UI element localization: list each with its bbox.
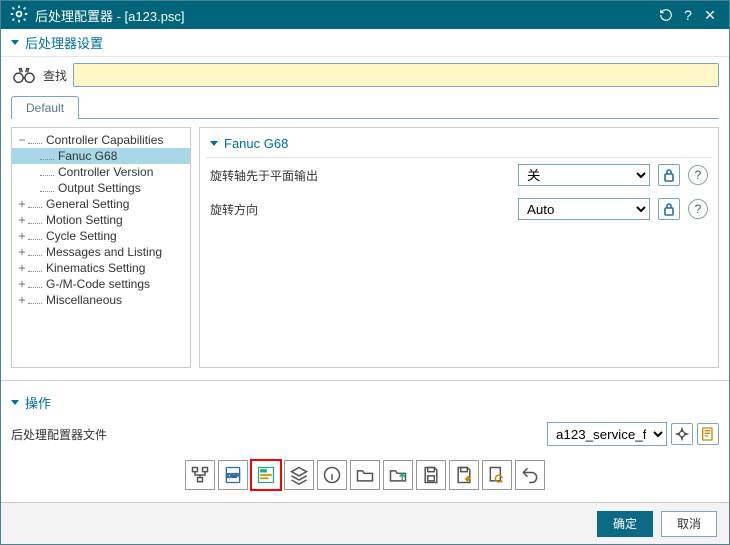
search-label: 查找 [43, 67, 67, 84]
lock-button[interactable] [658, 198, 680, 220]
caret-down-icon [210, 141, 218, 146]
file-row: 后处理配置器文件 a123_service_fanuc.t [11, 416, 719, 452]
folder-export-icon[interactable] [383, 460, 413, 490]
folder-icon[interactable] [350, 460, 380, 490]
detail-title: Fanuc G68 [224, 136, 288, 151]
file-label: 后处理配置器文件 [11, 426, 351, 443]
prop-label: 旋转轴先于平面输出 [210, 167, 510, 184]
tree-node[interactable]: + Cycle Setting [12, 228, 190, 244]
tree-node-label: Messages and Listing [44, 245, 164, 259]
rotation-before-plane-select[interactable]: 关 [518, 164, 650, 186]
prop-row-rotation-direction: 旋转方向 Auto ? [206, 192, 712, 226]
tabs: Default [1, 95, 729, 118]
save-icon[interactable] [416, 460, 446, 490]
window-title: 后处理配置器 - [a123.psc] [35, 6, 655, 25]
tree[interactable]: − Controller Capabilities Fanuc G68 Cont… [11, 127, 191, 368]
svg-text:DEF: DEF [227, 474, 239, 480]
ops-section-header[interactable]: 操作 [11, 389, 719, 416]
tree-node-label: General Setting [44, 197, 131, 211]
detail-header[interactable]: Fanuc G68 [206, 134, 712, 158]
help-icon[interactable]: ? [688, 165, 708, 185]
tree-node-label: Kinematics Setting [44, 261, 147, 275]
titlebar: 后处理配置器 - [a123.psc] ? ✕ [1, 1, 729, 29]
tree-node-fanuc-g68[interactable]: Fanuc G68 [12, 148, 190, 164]
tree-node[interactable]: + Miscellaneous [12, 292, 190, 308]
settings-section-header[interactable]: 后处理器设置 [1, 29, 729, 57]
tab-default[interactable]: Default [11, 96, 79, 119]
cancel-button[interactable]: 取消 [661, 511, 717, 537]
rotation-direction-select[interactable]: Auto [518, 198, 650, 220]
open-file-button[interactable] [697, 423, 719, 445]
expand-icon[interactable]: + [16, 293, 28, 307]
close-button[interactable]: ✕ [699, 4, 721, 26]
expand-icon[interactable]: + [16, 261, 28, 275]
tree-node[interactable]: + Motion Setting [12, 212, 190, 228]
tree-node[interactable]: + Kinematics Setting [12, 260, 190, 276]
layers-icon[interactable] [284, 460, 314, 490]
help-icon[interactable]: ? [688, 199, 708, 219]
caret-down-icon [11, 400, 19, 405]
toolbar: DEF [11, 452, 719, 502]
tree-node-controller-version[interactable]: Controller Version [12, 164, 190, 180]
undo-icon[interactable] [515, 460, 545, 490]
tree-child-label: Fanuc G68 [56, 149, 119, 163]
save-as-icon[interactable] [449, 460, 479, 490]
help-button[interactable]: ? [677, 4, 699, 26]
tree-node-label: Miscellaneous [44, 293, 124, 307]
tree-node-label: Cycle Setting [44, 229, 119, 243]
tree-child-label: Output Settings [56, 181, 143, 195]
tree-root-label: Controller Capabilities [44, 133, 165, 147]
lock-button[interactable] [658, 164, 680, 186]
def-icon[interactable]: DEF [218, 460, 248, 490]
tree-node-output-settings[interactable]: Output Settings [12, 180, 190, 196]
ok-button[interactable]: 确定 [597, 511, 653, 537]
footer: 确定 取消 [1, 502, 729, 544]
prop-label: 旋转方向 [210, 201, 510, 218]
tree-node[interactable]: + Messages and Listing [12, 244, 190, 260]
prop-row-rotation-before-plane: 旋转轴先于平面输出 关 ? [206, 158, 712, 192]
edit-file-button[interactable] [671, 423, 693, 445]
detail-panel: Fanuc G68 旋转轴先于平面输出 关 ? 旋转方向 Auto ? [199, 127, 719, 368]
tree-node[interactable]: + General Setting [12, 196, 190, 212]
tree-node[interactable]: + G-/M-Code settings [12, 276, 190, 292]
collapse-icon[interactable]: − [16, 133, 28, 147]
info-icon[interactable] [317, 460, 347, 490]
binoculars-icon [11, 65, 37, 85]
postprocessor-file-select[interactable]: a123_service_fanuc.t [547, 422, 667, 446]
expand-icon[interactable]: + [16, 197, 28, 211]
settings-header-label: 后处理器设置 [25, 33, 103, 52]
reload-button[interactable] [655, 4, 677, 26]
search-input[interactable] [73, 63, 719, 87]
caret-down-icon [11, 40, 19, 45]
tree-node-label: Motion Setting [44, 213, 125, 227]
tree-node-root[interactable]: − Controller Capabilities [12, 132, 190, 148]
flow-icon[interactable] [185, 460, 215, 490]
expand-icon[interactable]: + [16, 213, 28, 227]
ops-header-label: 操作 [25, 393, 51, 412]
expand-icon[interactable]: + [16, 245, 28, 259]
expand-icon[interactable]: + [16, 277, 28, 291]
gear-icon [9, 4, 29, 27]
expand-icon[interactable]: + [16, 229, 28, 243]
revert-icon[interactable] [482, 460, 512, 490]
tree-child-label: Controller Version [56, 165, 155, 179]
search-row: 查找 [1, 57, 729, 93]
tree-node-label: G-/M-Code settings [44, 277, 152, 291]
highlight-icon[interactable] [251, 460, 281, 490]
